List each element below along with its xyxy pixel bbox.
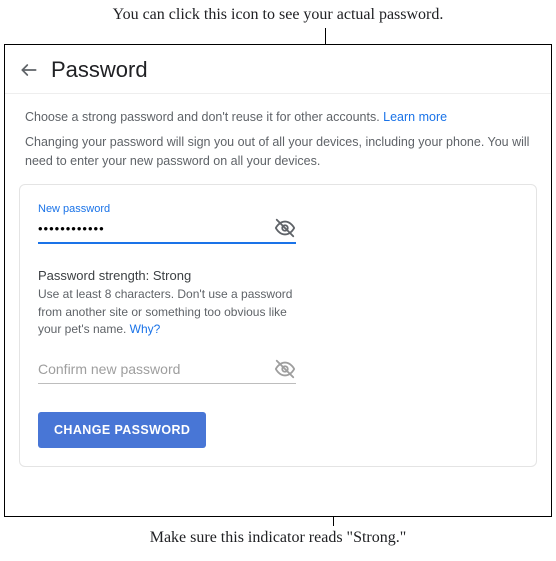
new-password-input[interactable]: [38, 219, 274, 238]
confirm-password-field: Confirm new password: [38, 358, 518, 384]
why-link[interactable]: Why?: [130, 322, 161, 336]
learn-more-link[interactable]: Learn more: [383, 110, 447, 124]
intro-line1: Choose a strong password and don't reuse…: [25, 110, 383, 124]
strength-block: Password strength: Strong Use at least 8…: [38, 268, 518, 338]
password-hint: Use at least 8 characters. Don't use a p…: [38, 286, 298, 338]
back-arrow-icon[interactable]: [19, 60, 39, 80]
card-header: Password: [5, 45, 551, 94]
strength-label: Password strength:: [38, 268, 153, 283]
page-title: Password: [51, 57, 148, 83]
annotation-bottom: Make sure this indicator reads "Strong.": [0, 523, 556, 547]
new-password-label: New password: [38, 203, 518, 215]
hint-text: Use at least 8 characters. Don't use a p…: [38, 287, 292, 336]
annotation-top: You can click this icon to see your actu…: [0, 0, 556, 26]
password-settings-card: Password Choose a strong password and do…: [4, 44, 552, 517]
password-form: New password Password strength: Strong U…: [19, 184, 537, 467]
visibility-toggle-icon[interactable]: [274, 358, 296, 380]
visibility-toggle-icon[interactable]: [274, 217, 296, 239]
change-password-button[interactable]: CHANGE PASSWORD: [38, 412, 206, 448]
intro-line2: Changing your password will sign you out…: [25, 133, 531, 171]
confirm-password-input[interactable]: Confirm new password: [38, 359, 274, 379]
strength-value: Strong: [153, 268, 191, 283]
intro-text: Choose a strong password and don't reuse…: [5, 94, 551, 174]
new-password-field: New password: [38, 203, 518, 244]
